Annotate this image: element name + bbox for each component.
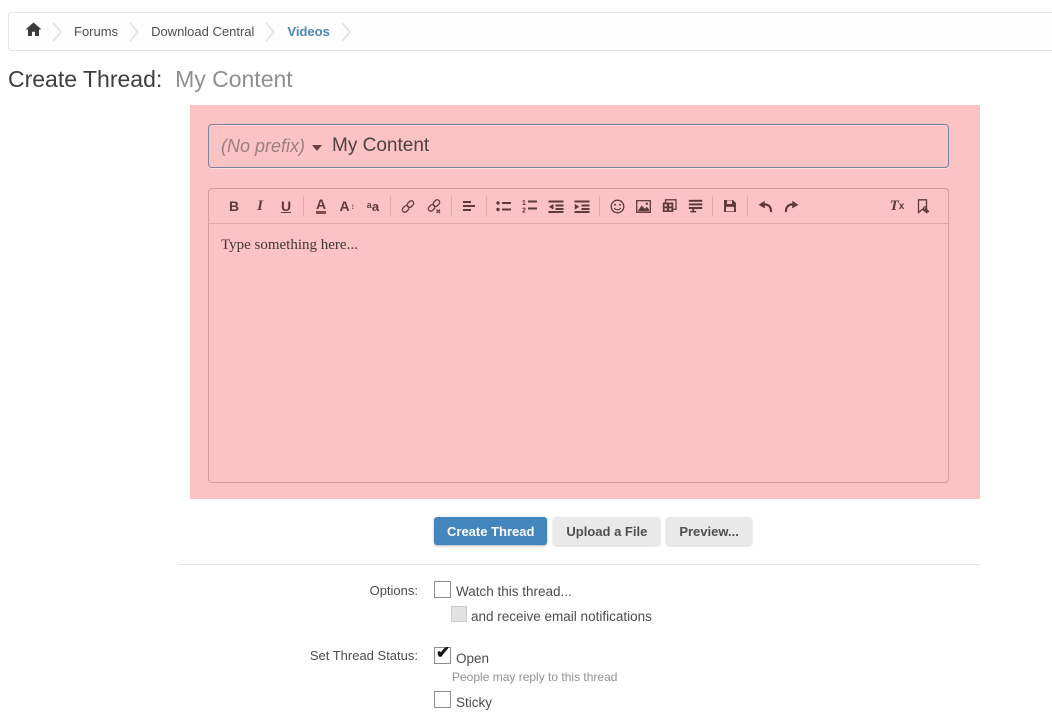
insert-block-button[interactable]	[682, 194, 708, 218]
thread-title-input[interactable]	[332, 135, 936, 157]
alignment-button[interactable]	[456, 194, 482, 218]
text-color-icon: A	[316, 198, 326, 214]
redo-button[interactable]	[778, 194, 804, 218]
toolbar-separator	[486, 196, 487, 216]
insert-group	[604, 194, 708, 218]
svg-text:1: 1	[522, 200, 526, 207]
mode-group: Tx	[884, 194, 936, 218]
list-group: 12	[491, 194, 595, 218]
create-thread-button[interactable]: Create Thread	[434, 517, 547, 545]
remove-formatting-x: x	[899, 201, 905, 212]
link-group	[395, 194, 447, 218]
email-notifications-label: and receive email notifications	[471, 609, 652, 624]
image-icon	[636, 200, 651, 213]
sticky-label[interactable]: Sticky	[456, 695, 492, 710]
media-icon	[662, 199, 677, 213]
breadcrumb-separator-icon	[52, 13, 63, 50]
page-title: Create Thread: My Content	[8, 66, 293, 93]
section-divider	[178, 564, 980, 565]
breadcrumb-home-link[interactable]	[23, 22, 52, 42]
numbered-list-icon: 12	[522, 199, 538, 213]
thread-title-field: (No prefix)	[208, 124, 949, 168]
breadcrumb-item-download-central[interactable]: Download Central	[140, 24, 265, 39]
thread-status-section-label: Set Thread Status:	[218, 648, 418, 663]
remove-formatting-button[interactable]: Tx	[884, 194, 910, 218]
open-status-label[interactable]: Open	[456, 651, 489, 666]
editor-body[interactable]: Type something here...	[209, 224, 948, 482]
redo-icon	[783, 200, 800, 213]
save-icon	[723, 199, 737, 213]
unordered-list-button[interactable]	[491, 194, 517, 218]
smilies-button[interactable]	[604, 194, 630, 218]
history-group	[752, 194, 804, 218]
align-left-icon	[462, 200, 476, 213]
upload-file-button[interactable]: Upload a File	[553, 517, 660, 545]
email-notifications-checkbox	[451, 606, 467, 622]
create-thread-page: Forums Download Central Videos Create Th…	[0, 0, 1052, 713]
indent-icon	[574, 200, 590, 213]
toolbar-separator	[747, 196, 748, 216]
caret-down-icon	[312, 145, 322, 151]
bbcode-editor-button[interactable]	[910, 194, 936, 218]
indent-button[interactable]	[569, 194, 595, 218]
breadcrumb-separator-icon	[341, 13, 352, 50]
prefix-dropdown-label: (No prefix)	[221, 136, 305, 157]
toolbar-separator	[390, 196, 391, 216]
options-section-label: Options:	[218, 583, 418, 598]
bullet-list-icon	[496, 200, 512, 213]
unlink-icon	[426, 199, 442, 214]
breadcrumb: Forums Download Central Videos	[8, 12, 1052, 51]
breadcrumb-separator-icon	[129, 13, 140, 50]
open-status-hint: People may reply to this thread	[452, 670, 617, 684]
toolbar-separator	[303, 196, 304, 216]
smiley-icon	[610, 199, 625, 214]
editor-toolbar: B I U A A ᵃa	[209, 189, 948, 224]
page-title-prefix: Create Thread:	[8, 66, 162, 92]
italic-button[interactable]: I	[247, 194, 273, 218]
remove-formatting-icon: T	[890, 198, 899, 215]
home-icon	[25, 22, 42, 42]
align-group	[456, 194, 482, 218]
toolbar-separator	[712, 196, 713, 216]
save-draft-button[interactable]	[717, 194, 743, 218]
breadcrumb-item-videos[interactable]: Videos	[276, 24, 340, 39]
drafts-group	[717, 194, 743, 218]
undo-button[interactable]	[752, 194, 778, 218]
bbcode-editor-icon	[916, 199, 930, 214]
bold-button[interactable]: B	[221, 194, 247, 218]
svg-text:2: 2	[522, 208, 526, 214]
open-status-checkbox[interactable]: ✔	[434, 647, 451, 664]
font-family-button[interactable]: ᵃa	[360, 194, 386, 218]
sticky-checkbox[interactable]	[434, 691, 451, 708]
undo-icon	[757, 200, 774, 213]
remove-link-button[interactable]	[421, 194, 447, 218]
insert-media-button[interactable]	[656, 194, 682, 218]
link-icon	[400, 199, 416, 214]
font-size-button[interactable]: A	[334, 194, 360, 218]
outdent-icon	[548, 200, 564, 213]
message-editor: B I U A A ᵃa	[208, 188, 949, 483]
text-color-button[interactable]: A	[308, 194, 334, 218]
ordered-list-button[interactable]: 12	[517, 194, 543, 218]
prefix-dropdown[interactable]: (No prefix)	[221, 136, 332, 157]
watch-thread-label[interactable]: Watch this thread...	[456, 584, 572, 599]
outdent-button[interactable]	[543, 194, 569, 218]
insert-link-button[interactable]	[395, 194, 421, 218]
preview-button[interactable]: Preview...	[666, 517, 752, 545]
insert-image-button[interactable]	[630, 194, 656, 218]
font-group: A A ᵃa	[308, 194, 386, 218]
checkmark-icon: ✔	[436, 643, 450, 663]
underline-button[interactable]: U	[273, 194, 299, 218]
breadcrumb-separator-icon	[265, 13, 276, 50]
toolbar-separator	[599, 196, 600, 216]
breadcrumb-item-forums[interactable]: Forums	[63, 24, 129, 39]
insert-block-icon	[688, 199, 703, 213]
toolbar-separator	[451, 196, 452, 216]
page-title-thread-name-text: My Content	[175, 66, 293, 92]
format-group: B I U	[221, 194, 299, 218]
watch-thread-checkbox[interactable]	[434, 581, 451, 598]
form-actions: Create Thread Upload a File Preview...	[434, 517, 752, 545]
